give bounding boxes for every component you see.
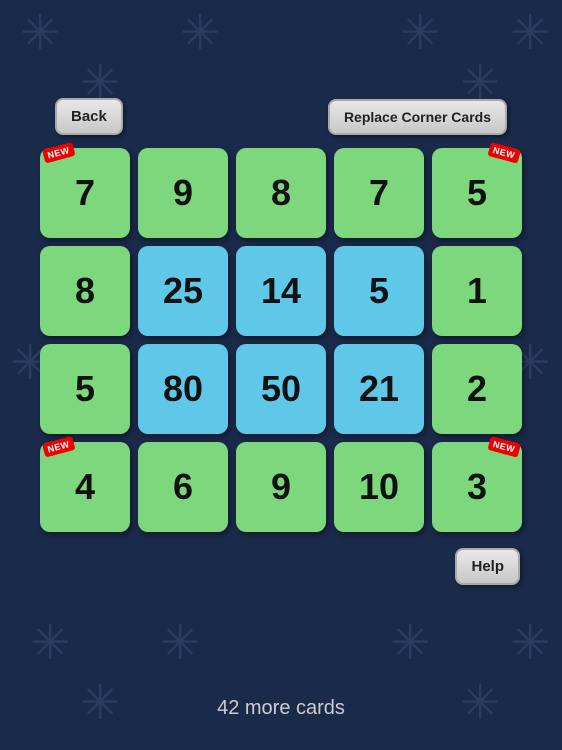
card-r2-c0[interactable]: 5 xyxy=(40,344,130,434)
new-badge: NEW xyxy=(487,142,520,163)
card-value: 9 xyxy=(271,466,291,508)
card-value: 9 xyxy=(173,172,193,214)
card-r0-c0[interactable]: NEW7 xyxy=(40,148,130,238)
card-r0-c4[interactable]: NEW5 xyxy=(432,148,522,238)
card-value: 14 xyxy=(261,270,301,312)
card-value: 4 xyxy=(75,466,95,508)
card-r1-c2[interactable]: 14 xyxy=(236,246,326,336)
card-value: 7 xyxy=(75,172,95,214)
card-value: 80 xyxy=(163,368,203,410)
header: Back Replace Corner Cards xyxy=(0,98,562,135)
card-r3-c3[interactable]: 10 xyxy=(334,442,424,532)
card-value: 8 xyxy=(75,270,95,312)
card-value: 5 xyxy=(75,368,95,410)
card-r1-c0[interactable]: 8 xyxy=(40,246,130,336)
card-value: 3 xyxy=(467,466,487,508)
more-cards-label: 42 more cards xyxy=(217,697,345,720)
card-r2-c2[interactable]: 50 xyxy=(236,344,326,434)
card-value: 10 xyxy=(359,466,399,508)
card-r1-c1[interactable]: 25 xyxy=(138,246,228,336)
card-r3-c0[interactable]: NEW4 xyxy=(40,442,130,532)
card-value: 6 xyxy=(173,466,193,508)
card-value: 1 xyxy=(467,270,487,312)
card-value: 7 xyxy=(369,172,389,214)
card-value: 8 xyxy=(271,172,291,214)
card-value: 21 xyxy=(359,368,399,410)
card-value: 25 xyxy=(163,270,203,312)
card-r3-c4[interactable]: NEW3 xyxy=(432,442,522,532)
card-grid: NEW7987NEW5825145158050212NEW46910NEW3 xyxy=(40,148,522,532)
help-button[interactable]: Help xyxy=(455,548,520,585)
card-r3-c2[interactable]: 9 xyxy=(236,442,326,532)
card-r0-c3[interactable]: 7 xyxy=(334,148,424,238)
card-r0-c2[interactable]: 8 xyxy=(236,148,326,238)
back-button[interactable]: Back xyxy=(55,98,123,135)
card-r2-c4[interactable]: 2 xyxy=(432,344,522,434)
replace-corner-cards-button[interactable]: Replace Corner Cards xyxy=(328,99,507,135)
new-badge: NEW xyxy=(42,436,75,457)
new-badge: NEW xyxy=(42,142,75,163)
card-value: 5 xyxy=(467,172,487,214)
card-r3-c1[interactable]: 6 xyxy=(138,442,228,532)
card-r1-c3[interactable]: 5 xyxy=(334,246,424,336)
card-r1-c4[interactable]: 1 xyxy=(432,246,522,336)
card-value: 2 xyxy=(467,368,487,410)
new-badge: NEW xyxy=(487,436,520,457)
card-r0-c1[interactable]: 9 xyxy=(138,148,228,238)
card-value: 5 xyxy=(369,270,389,312)
card-value: 50 xyxy=(261,368,301,410)
card-r2-c1[interactable]: 80 xyxy=(138,344,228,434)
card-r2-c3[interactable]: 21 xyxy=(334,344,424,434)
